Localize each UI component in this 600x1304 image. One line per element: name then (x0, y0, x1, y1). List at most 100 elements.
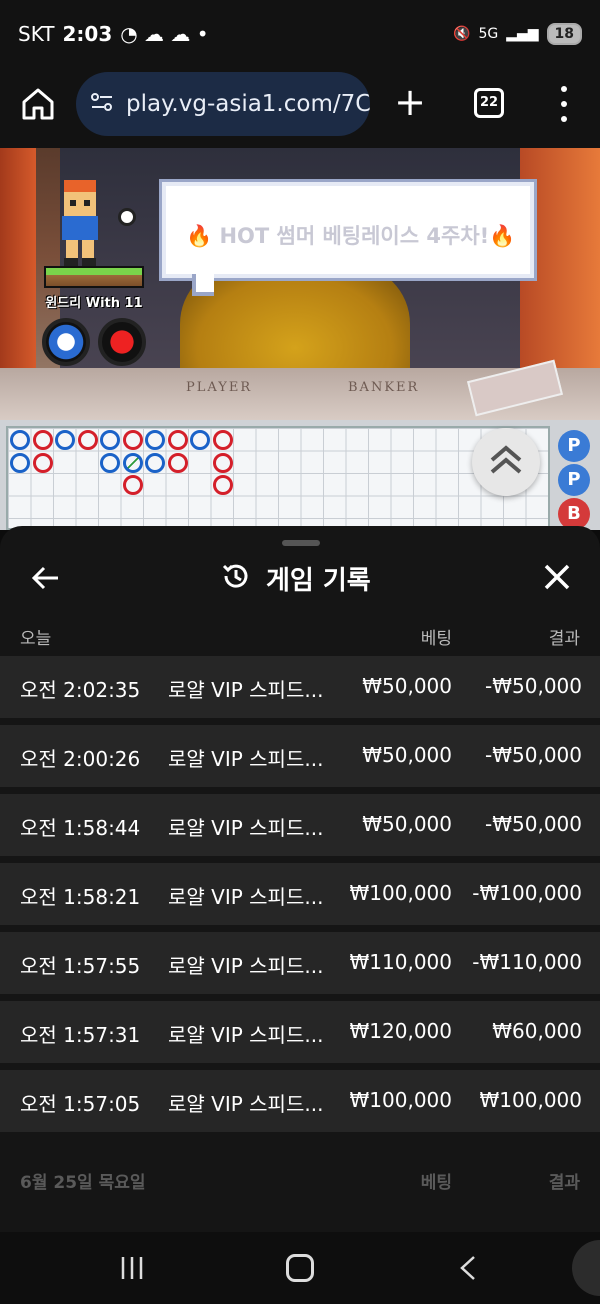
bead-marker (212, 452, 233, 473)
bead-marker (55, 430, 75, 450)
live-video-stream[interactable]: PLAYER BANKER 윈드리 With 11 🔥 HOT 썸머 베팅레이스… (0, 148, 600, 420)
back-chevron-icon[interactable] (454, 1254, 482, 1282)
history-row[interactable]: 오전 1:57:31 로얄 VIP 스피드... ₩120,000 ₩60,00… (0, 1001, 600, 1063)
bead-road-grid[interactable] (6, 426, 550, 530)
result-column-header: 결과 (548, 629, 580, 649)
bead-marker (212, 430, 233, 450)
bead-marker (32, 430, 53, 450)
red-chip-icon[interactable] (98, 318, 146, 366)
history-row[interactable]: 오전 1:58:44 로얄 VIP 스피드... ₩50,000 -₩50,00… (0, 794, 600, 856)
row-result: -₩50,000 (485, 812, 582, 836)
history-row[interactable]: 오전 1:57:05 로얄 VIP 스피드... ₩100,000 ₩100,0… (0, 1070, 600, 1132)
home-icon[interactable] (20, 86, 56, 122)
grass-platform (44, 266, 144, 288)
bead-marker (190, 430, 210, 450)
page: SKT 2:03 ◔ ☁ ☁ • 🔇 5G ▂▄▆ 18 play.vg-asi… (0, 0, 600, 1304)
row-result: -₩50,000 (485, 743, 582, 767)
history-list: 오전 2:02:35 로얄 VIP 스피드... ₩50,000 -₩50,00… (0, 656, 600, 1139)
bead-marker (212, 475, 233, 495)
table-player-label: PLAYER (186, 380, 253, 395)
row-game: 로얄 VIP 스피드... (168, 954, 324, 978)
history-row[interactable]: 오전 2:00:26 로얄 VIP 스피드... ₩50,000 -₩50,00… (0, 725, 600, 787)
row-game: 로얄 VIP 스피드... (168, 1023, 324, 1047)
previous-result-header: 결과 (548, 1173, 580, 1193)
chevron-up-icon (490, 445, 522, 474)
row-game: 로얄 VIP 스피드... (168, 816, 324, 840)
row-bet: ₩50,000 (362, 674, 452, 698)
promo-speech-bubble[interactable]: 🔥 HOT 썸머 베팅레이스 4주차!🔥 (162, 182, 534, 278)
row-result: ₩100,000 (479, 1088, 582, 1112)
row-bet: ₩50,000 (362, 743, 452, 767)
row-game: 로얄 VIP 스피드... (168, 885, 324, 909)
site-settings-icon[interactable] (88, 88, 116, 120)
table-banker-label: BANKER (348, 380, 420, 395)
history-icon (220, 560, 252, 596)
today-label: 오늘 (20, 629, 52, 649)
sheet-header: 게임 기록 (0, 550, 600, 606)
game-history-sheet: 게임 기록 오늘 베팅 결과 오전 2:02:35 로얄 VIP 스피드... … (0, 526, 600, 1232)
blue-chip-icon[interactable] (42, 318, 90, 366)
browser-toolbar: play.vg-asia1.com/7C + 22 (0, 68, 600, 148)
bead-marker (122, 452, 143, 473)
bead-marker (100, 430, 120, 450)
row-bet: ₩100,000 (349, 881, 452, 905)
row-result: -₩100,000 (472, 881, 582, 905)
sheet-drag-handle[interactable] (282, 540, 320, 546)
row-game: 로얄 VIP 스피드... (168, 1092, 324, 1116)
sheet-title: 게임 기록 (266, 565, 371, 596)
mute-icon: 🔇 (453, 26, 471, 42)
row-bet: ₩120,000 (349, 1019, 452, 1043)
roadmap-panel: P P B (0, 420, 600, 530)
bead-marker (10, 430, 30, 450)
bead-marker (77, 430, 98, 450)
speech-bubble-tail (192, 274, 214, 296)
back-arrow-icon[interactable] (30, 562, 62, 594)
status-bar: SKT 2:03 ◔ ☁ ☁ • 🔇 5G ▂▄▆ 18 (0, 0, 600, 68)
bead-marker (122, 475, 143, 495)
bead-marker (32, 452, 53, 473)
row-bet: ₩100,000 (349, 1088, 452, 1112)
notification-icons: ◔ ☁ ☁ • (120, 22, 209, 46)
new-tab-button[interactable]: + (394, 82, 426, 122)
event-mascot: 윈드리 With 11 (40, 178, 150, 368)
signal-icon: ▂▄▆ (506, 26, 539, 42)
address-bar[interactable]: play.vg-asia1.com/7C (76, 72, 370, 136)
row-bet: ₩110,000 (349, 950, 452, 974)
history-row[interactable]: 오전 1:58:21 로얄 VIP 스피드... ₩100,000 -₩100,… (0, 863, 600, 925)
row-bet: ₩50,000 (362, 812, 452, 836)
row-result: -₩50,000 (485, 674, 582, 698)
bead-marker (167, 452, 188, 473)
carrier-label: SKT (18, 22, 55, 46)
side-chip-2: P (558, 464, 590, 496)
previous-day-header: 6월 25일 목요일 베팅 결과 (0, 1168, 600, 1198)
row-time: 오전 2:02:35 (20, 678, 141, 702)
history-row[interactable]: 오전 2:02:35 로얄 VIP 스피드... ₩50,000 -₩50,00… (0, 656, 600, 718)
bead-marker (145, 430, 165, 450)
tab-switcher-button[interactable]: 22 (474, 88, 504, 118)
row-time: 오전 1:57:55 (20, 954, 141, 978)
bead-marker (122, 430, 143, 450)
row-time: 오전 2:00:26 (20, 747, 141, 771)
close-icon[interactable] (540, 560, 574, 594)
bet-column-header: 베팅 (420, 629, 452, 649)
next-result-column: P P B (556, 426, 600, 530)
system-nav-bar (0, 1232, 600, 1304)
soccer-ball-icon (118, 208, 136, 226)
row-game: 로얄 VIP 스피드... (168, 747, 324, 771)
mascot-nickname: 윈드리 With 11 (45, 296, 143, 311)
history-row[interactable]: 오전 1:57:55 로얄 VIP 스피드... ₩110,000 -₩110,… (0, 932, 600, 994)
previous-day-label: 6월 25일 목요일 (20, 1173, 146, 1193)
home-button-icon[interactable] (286, 1254, 314, 1282)
more-menu-icon[interactable] (552, 86, 576, 122)
row-time: 오전 1:58:44 (20, 816, 141, 840)
row-time: 오전 1:58:21 (20, 885, 141, 909)
today-header: 오늘 베팅 결과 (0, 624, 600, 654)
url-text[interactable]: play.vg-asia1.com/7C (126, 91, 370, 117)
expand-collapse-button[interactable] (472, 428, 540, 496)
clock: 2:03 (62, 22, 113, 46)
floating-action-button[interactable] (572, 1240, 600, 1296)
previous-bet-header: 베팅 (420, 1173, 452, 1193)
bead-marker (10, 452, 30, 473)
bead-marker (100, 452, 120, 473)
recent-apps-icon[interactable] (118, 1254, 146, 1282)
